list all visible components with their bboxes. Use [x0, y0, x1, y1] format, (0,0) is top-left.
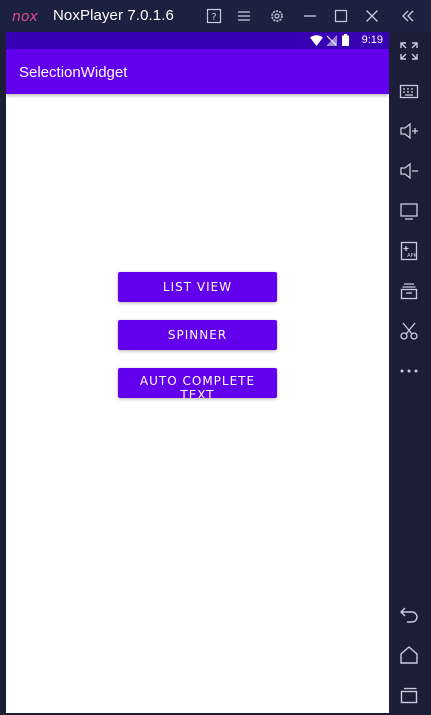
- minimize-icon[interactable]: [300, 6, 320, 26]
- screen-icon[interactable]: [398, 200, 420, 222]
- recent-apps-icon[interactable]: [398, 684, 420, 706]
- settings-gear-icon[interactable]: [267, 6, 287, 26]
- signal-icon: [326, 35, 337, 46]
- emulator-sidebar: APK: [389, 32, 431, 715]
- menu-icon[interactable]: [234, 6, 254, 26]
- status-time: 9:19: [361, 34, 383, 46]
- back-icon[interactable]: [398, 603, 420, 625]
- emulator-title-bar: nox NoxPlayer 7.0.1.6 ?: [0, 0, 431, 32]
- help-icon[interactable]: ?: [204, 6, 224, 26]
- window-title: NoxPlayer 7.0.1.6: [53, 7, 174, 24]
- android-screen: 9:19 SelectionWidget LIST VIEW SPINNER A…: [6, 32, 389, 713]
- auto-complete-text-button[interactable]: AUTO COMPLETE TEXT: [118, 368, 277, 398]
- svg-text:nox: nox: [12, 9, 38, 23]
- fullscreen-icon[interactable]: [398, 40, 420, 62]
- wifi-icon: [310, 35, 323, 46]
- svg-text:APK: APK: [407, 253, 417, 259]
- home-icon[interactable]: [398, 644, 420, 666]
- volume-up-icon[interactable]: [398, 120, 420, 142]
- auto-complete-button-label-line1: AUTO COMPLETE: [139, 374, 256, 388]
- spinner-button[interactable]: SPINNER: [118, 320, 277, 350]
- list-view-button-label: LIST VIEW: [162, 280, 233, 294]
- nox-logo: nox: [12, 9, 38, 23]
- keyboard-icon[interactable]: [398, 80, 420, 102]
- battery-icon: [342, 34, 349, 46]
- scissors-icon[interactable]: [398, 320, 420, 342]
- auto-complete-button-label-line2: TEXT: [180, 388, 215, 398]
- app-title: SelectionWidget: [19, 64, 128, 81]
- volume-down-icon[interactable]: [398, 160, 420, 182]
- collapse-sidebar-icon[interactable]: [398, 6, 418, 26]
- more-icon[interactable]: [398, 360, 420, 382]
- list-view-button[interactable]: LIST VIEW: [118, 272, 277, 302]
- spinner-button-label: SPINNER: [167, 328, 228, 342]
- close-icon[interactable]: [362, 6, 382, 26]
- android-status-bar: 9:19: [6, 32, 389, 49]
- maximize-icon[interactable]: [331, 6, 351, 26]
- app-bar: SelectionWidget: [6, 49, 389, 94]
- apk-install-icon[interactable]: APK: [398, 240, 420, 262]
- multi-instance-icon[interactable]: [398, 280, 420, 302]
- svg-text:?: ?: [211, 12, 216, 23]
